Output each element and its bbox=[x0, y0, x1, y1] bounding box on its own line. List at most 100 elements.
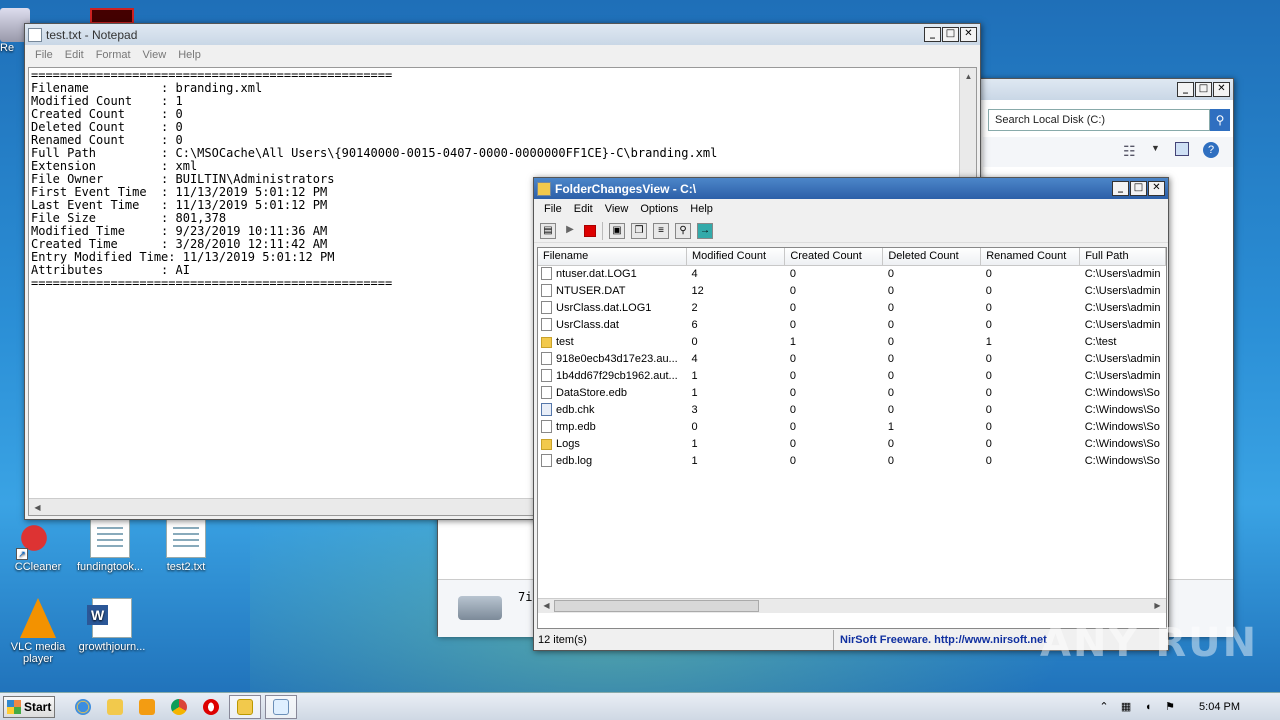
column-header-modified-count[interactable]: Modified Count bbox=[686, 248, 786, 266]
cell-deleted-count: 0 bbox=[887, 335, 894, 348]
view-options-icon[interactable]: ☷ bbox=[1123, 143, 1136, 160]
network-icon[interactable]: ▦ bbox=[1119, 700, 1133, 714]
menu-view[interactable]: View bbox=[137, 49, 173, 61]
menu-edit[interactable]: Edit bbox=[59, 49, 90, 61]
file-changes-list[interactable]: Filename Modified Count Created Count De… bbox=[537, 247, 1167, 629]
column-header-filename[interactable]: Filename bbox=[538, 248, 688, 266]
table-row[interactable]: DataStore.edb 1 0 0 0 C:\Windows\So bbox=[538, 384, 1166, 401]
menu-view[interactable]: View bbox=[599, 203, 635, 215]
taskbar-folderchangesview[interactable] bbox=[229, 694, 261, 719]
scroll-right-icon[interactable]: ▶ bbox=[1149, 598, 1166, 613]
menu-file[interactable]: File bbox=[29, 49, 59, 61]
maximize-button[interactable]: □ bbox=[1195, 82, 1212, 97]
column-header-renamed-count[interactable]: Renamed Count bbox=[980, 248, 1081, 266]
taskbar-internet-explorer[interactable] bbox=[69, 695, 97, 719]
scrollbar-thumb[interactable] bbox=[554, 600, 759, 612]
exit-icon[interactable]: → bbox=[697, 222, 713, 239]
menu-edit[interactable]: Edit bbox=[568, 203, 599, 215]
horizontal-scrollbar[interactable]: ◀ ▶ bbox=[538, 598, 1166, 613]
filename-text: 1b4dd67f29cb1962.aut... bbox=[556, 370, 678, 382]
table-row[interactable]: edb.log 1 0 0 0 C:\Windows\So bbox=[538, 452, 1166, 469]
minimize-button[interactable]: _ bbox=[1177, 82, 1194, 97]
folderchangesview-window[interactable]: FolderChangesView - C:\ _ □ ✕ File Edit … bbox=[533, 177, 1169, 651]
explorer-search-input[interactable]: Search Local Disk (C:) bbox=[988, 109, 1210, 131]
table-row[interactable]: test 0 1 0 1 C:\test bbox=[538, 333, 1166, 350]
close-button[interactable]: ✕ bbox=[960, 27, 977, 42]
maximize-button[interactable]: □ bbox=[942, 27, 959, 42]
table-row[interactable]: UsrClass.dat.LOG1 2 0 0 0 C:\Users\admin bbox=[538, 299, 1166, 316]
taskbar-chrome[interactable] bbox=[165, 695, 193, 719]
cell-modified-count: 6 bbox=[691, 318, 698, 331]
table-row[interactable]: 918e0ecb43d17e23.au... 4 0 0 0 C:\Users\admin bbox=[538, 350, 1166, 367]
minimize-button[interactable]: _ bbox=[924, 27, 941, 42]
hard-drive-icon bbox=[458, 596, 502, 620]
cell-filename: tmp.edb bbox=[538, 418, 687, 435]
minimize-button[interactable]: _ bbox=[1112, 181, 1129, 196]
table-row[interactable]: UsrClass.dat 6 0 0 0 C:\Users\admin bbox=[538, 316, 1166, 333]
preview-pane-icon[interactable] bbox=[1175, 142, 1189, 156]
cell-full-path: C:\test bbox=[1084, 335, 1117, 348]
taskbar-notepad[interactable] bbox=[265, 694, 297, 719]
column-header-created-count[interactable]: Created Count bbox=[784, 248, 884, 266]
find-icon[interactable]: ⚲ bbox=[675, 222, 691, 239]
save-icon[interactable]: ▣ bbox=[609, 222, 625, 239]
scroll-left-icon[interactable]: ◀ bbox=[538, 598, 555, 613]
close-button[interactable]: ✕ bbox=[1148, 181, 1165, 196]
scroll-up-icon[interactable]: ▲ bbox=[960, 68, 976, 85]
copy-icon[interactable]: ❐ bbox=[631, 222, 647, 239]
table-row[interactable]: edb.chk 3 0 0 0 C:\Windows\So bbox=[538, 401, 1166, 418]
desktop-app-icon-red[interactable] bbox=[90, 8, 134, 24]
desktop-icon-test2[interactable]: test2.txt bbox=[148, 518, 224, 573]
anyrun-watermark: ANY RUN bbox=[1040, 620, 1259, 666]
folderchangesview-icon bbox=[237, 698, 253, 715]
action-center-flag-icon[interactable]: ⚑ bbox=[1163, 700, 1177, 714]
cell-deleted-count: 0 bbox=[887, 318, 894, 331]
search-icon[interactable]: ⚲ bbox=[1210, 109, 1230, 131]
notepad-titlebar[interactable]: test.txt - Notepad _ □ ✕ bbox=[25, 24, 980, 45]
shortcut-arrow-icon: ↗ bbox=[16, 548, 28, 560]
desktop-icon-ccleaner[interactable]: ↗ CCleaner bbox=[0, 518, 76, 573]
table-row[interactable]: Logs 1 0 0 0 C:\Windows\So bbox=[538, 435, 1166, 452]
help-icon[interactable]: ? bbox=[1203, 142, 1219, 158]
table-row[interactable]: tmp.edb 0 0 1 0 C:\Windows\So bbox=[538, 418, 1166, 435]
menu-file[interactable]: File bbox=[538, 203, 568, 215]
cell-filename: 1b4dd67f29cb1962.aut... bbox=[538, 367, 687, 384]
taskbar-file-explorer[interactable] bbox=[101, 695, 129, 719]
chevron-down-icon[interactable]: ▼ bbox=[1151, 143, 1160, 153]
menu-help[interactable]: Help bbox=[684, 203, 719, 215]
table-row[interactable]: ntuser.dat.LOG1 4 0 0 0 C:\Users\admin bbox=[538, 265, 1166, 282]
menu-options[interactable]: Options bbox=[634, 203, 684, 215]
cell-modified-count: 1 bbox=[691, 386, 698, 399]
cell-deleted-count: 0 bbox=[887, 267, 894, 280]
column-header-full-path[interactable]: Full Path bbox=[1079, 248, 1166, 266]
column-header-deleted-count[interactable]: Deleted Count bbox=[882, 248, 982, 266]
word-document-icon: W bbox=[87, 598, 132, 638]
cell-filename: test bbox=[538, 333, 687, 350]
close-button[interactable]: ✕ bbox=[1213, 82, 1230, 97]
filename-text: 918e0ecb43d17e23.au... bbox=[556, 353, 678, 365]
desktop-icon-vlc[interactable]: VLC media player bbox=[0, 598, 76, 665]
cell-full-path: C:\Users\admin bbox=[1084, 284, 1161, 297]
fcv-titlebar[interactable]: FolderChangesView - C:\ _ □ ✕ bbox=[534, 178, 1168, 199]
table-row[interactable]: NTUSER.DAT 12 0 0 0 C:\Users\admin bbox=[538, 282, 1166, 299]
clock[interactable]: 5:04 PM bbox=[1199, 701, 1240, 713]
cell-modified-count: 1 bbox=[691, 437, 698, 450]
menu-format[interactable]: Format bbox=[90, 49, 137, 61]
volume-icon[interactable]: ◖ bbox=[1141, 700, 1155, 714]
show-hidden-icons-icon[interactable]: ⌃ bbox=[1097, 700, 1111, 714]
stop-icon[interactable] bbox=[584, 224, 596, 237]
menu-help[interactable]: Help bbox=[172, 49, 207, 61]
taskbar-opera[interactable] bbox=[197, 695, 225, 719]
table-row[interactable]: 1b4dd67f29cb1962.aut... 1 0 0 0 C:\Users\admi… bbox=[538, 367, 1166, 384]
taskbar-media-player[interactable] bbox=[133, 695, 161, 719]
cell-deleted-count: 0 bbox=[887, 454, 894, 467]
taskbar: Start ⌃ ▦ ◖ ⚑ 5:04 PM bbox=[0, 692, 1280, 720]
maximize-button[interactable]: □ bbox=[1130, 181, 1147, 196]
start-button[interactable]: Start bbox=[3, 695, 55, 718]
desktop-icon-fundingtook[interactable]: fundingtook... bbox=[72, 518, 148, 573]
select-folder-icon[interactable]: ▤ bbox=[540, 222, 556, 239]
desktop-icon-growthjourn[interactable]: W growthjourn... bbox=[74, 598, 150, 653]
scroll-left-icon[interactable]: ◀ bbox=[29, 499, 46, 515]
play-icon[interactable]: ▶ bbox=[562, 223, 578, 239]
properties-icon[interactable]: ≡ bbox=[653, 222, 669, 239]
